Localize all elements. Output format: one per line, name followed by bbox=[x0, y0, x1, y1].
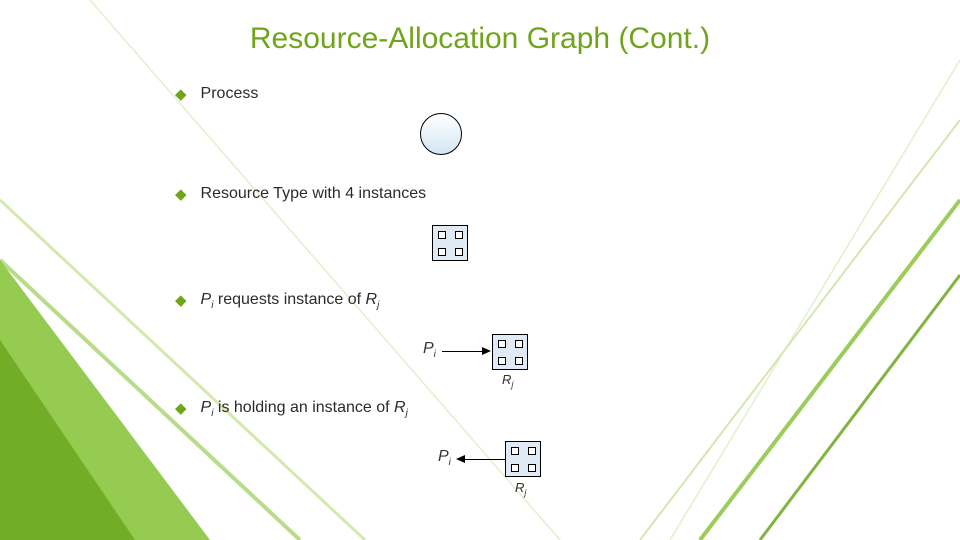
bullet-icon: ◆ bbox=[175, 87, 187, 102]
resource-instance-dot bbox=[528, 464, 536, 472]
resource-symbol-box bbox=[432, 225, 468, 261]
resource-instance-dot bbox=[438, 248, 446, 256]
holding-rj-label: Rj bbox=[515, 480, 526, 495]
resource-instance-dot bbox=[528, 447, 536, 455]
request-pi-label: Pi bbox=[423, 340, 436, 358]
resource-instance-dot bbox=[511, 447, 519, 455]
bullet-holding: ◆ Pi is holding an instance of Rj bbox=[175, 399, 815, 417]
request-resource-box bbox=[492, 334, 528, 370]
resource-instance-dot bbox=[515, 357, 523, 365]
resource-instance-dot bbox=[515, 340, 523, 348]
holding-pi-label: Pi bbox=[438, 448, 451, 466]
slide: Resource-Allocation Graph (Cont.) ◆ Proc… bbox=[0, 0, 960, 540]
bullet-request: ◆ Pi requests instance of Rj bbox=[175, 291, 815, 309]
holding-arrow-head bbox=[456, 455, 465, 463]
resource-instance-dot bbox=[498, 357, 506, 365]
bullet-holding-text: Pi is holding an instance of Rj bbox=[201, 399, 408, 417]
resource-instance-dot bbox=[498, 340, 506, 348]
process-symbol-circle bbox=[420, 113, 462, 155]
slide-content: ◆ Process ◆ Resource Type with 4 instanc… bbox=[175, 85, 815, 429]
request-arrow-head bbox=[482, 347, 491, 355]
holding-resource-box bbox=[505, 441, 541, 477]
resource-instance-dot bbox=[511, 464, 519, 472]
resource-instance-dot bbox=[455, 231, 463, 239]
resource-instance-dot bbox=[455, 248, 463, 256]
request-arrow-line bbox=[442, 351, 484, 352]
bullet-icon: ◆ bbox=[175, 401, 187, 416]
resource-instance-dot bbox=[438, 231, 446, 239]
bullet-icon: ◆ bbox=[175, 293, 187, 308]
bullet-resource-type: ◆ Resource Type with 4 instances bbox=[175, 185, 815, 203]
bullet-icon: ◆ bbox=[175, 187, 187, 202]
holding-arrow-line bbox=[465, 459, 505, 460]
bullet-request-text: Pi requests instance of Rj bbox=[201, 291, 380, 309]
bullet-process-text: Process bbox=[201, 85, 259, 103]
bullet-process: ◆ Process bbox=[175, 85, 815, 103]
slide-title: Resource-Allocation Graph (Cont.) bbox=[0, 22, 960, 56]
bullet-resource-type-text: Resource Type with 4 instances bbox=[201, 185, 427, 203]
request-rj-label: Rj bbox=[502, 372, 513, 387]
